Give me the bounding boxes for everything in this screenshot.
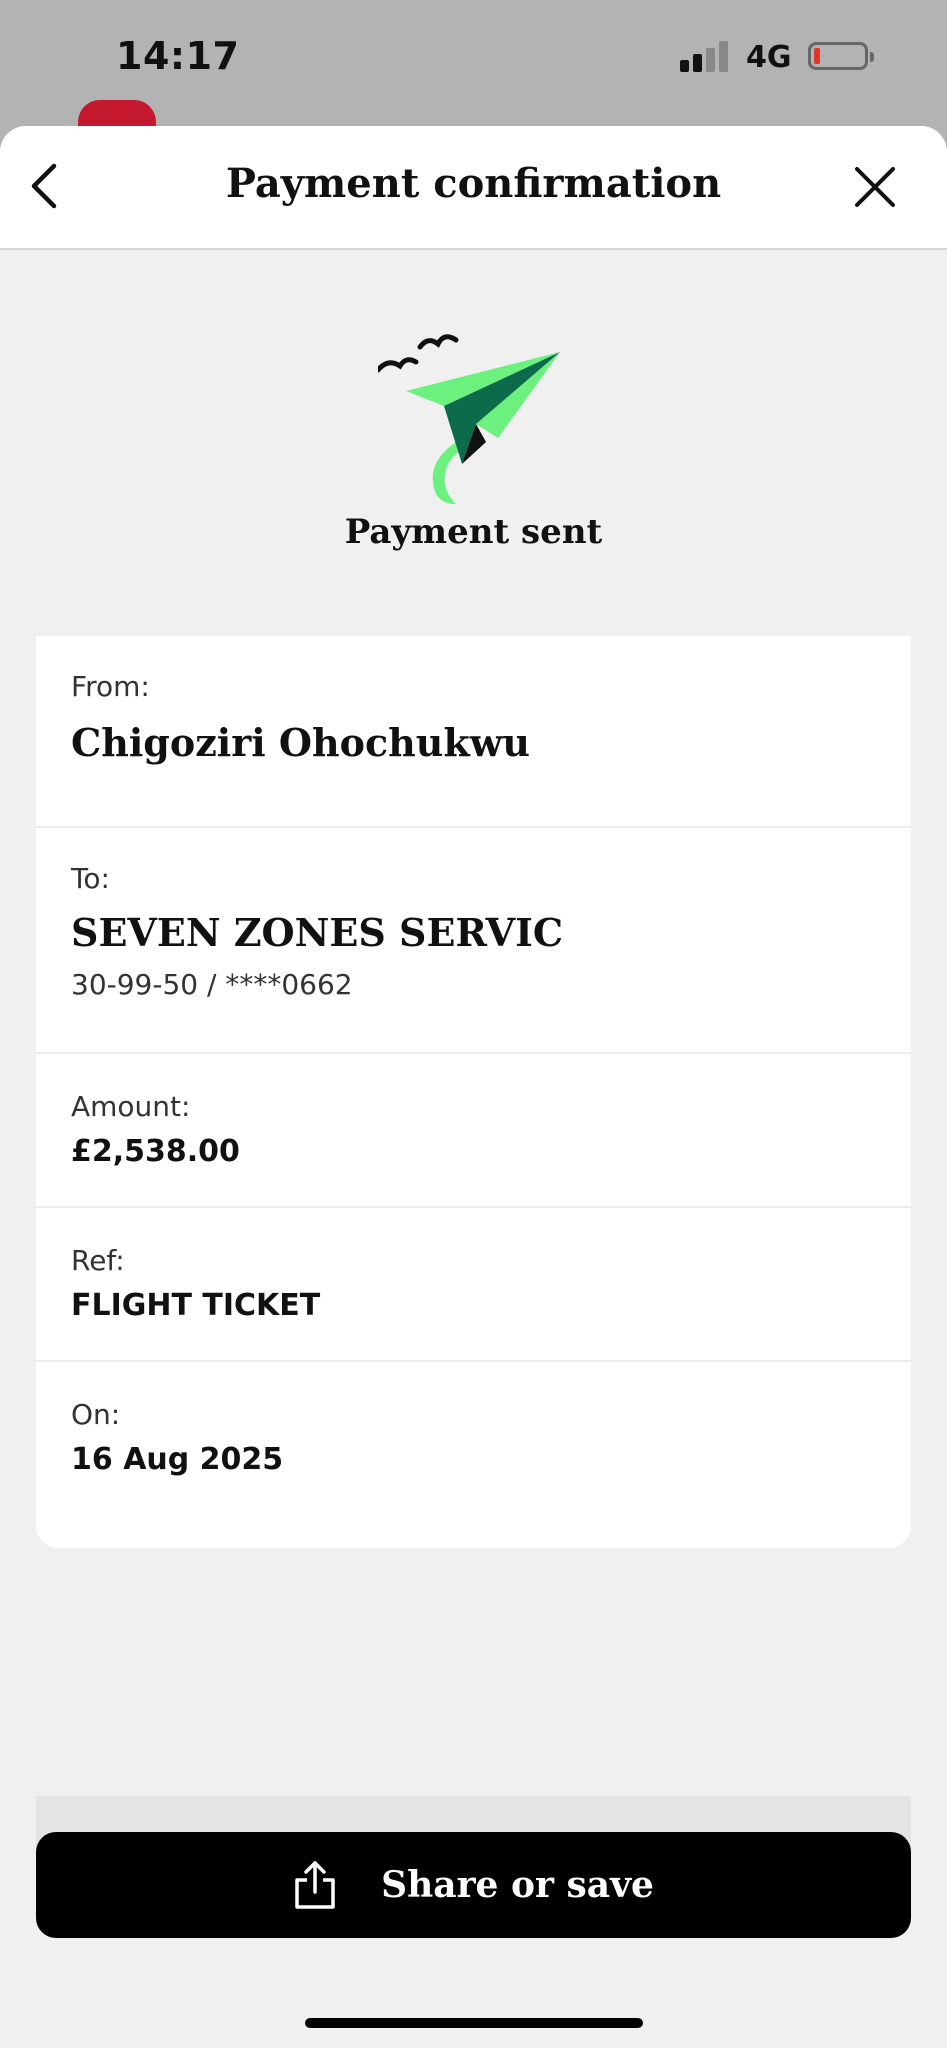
- from-label: From:: [71, 670, 150, 703]
- amount-row: Amount: £2,538.00: [36, 1054, 911, 1208]
- close-icon: [855, 167, 895, 207]
- share-or-save-button[interactable]: Share or save: [36, 1832, 911, 1938]
- share-icon: [295, 1861, 335, 1909]
- battery-level: [814, 48, 820, 64]
- payment-confirmation-screen: 14:17 4G Payment confirmation Payment se…: [0, 0, 947, 2048]
- date-value: 16 Aug 2025: [71, 1442, 284, 1477]
- to-label: To:: [71, 862, 110, 895]
- paper-plane-icon: [378, 334, 560, 504]
- to-account: 30-99-50 / ****0662: [71, 968, 353, 1001]
- date-label: On:: [71, 1398, 121, 1431]
- to-row: To: SEVEN ZONES SERVIC 30-99-50 / ****06…: [36, 828, 911, 1054]
- signal-icon: [680, 40, 732, 72]
- confirmation-sheet: Payment confirmation Payment sent From: …: [0, 126, 947, 2048]
- to-value: SEVEN ZONES SERVIC: [71, 910, 564, 955]
- payment-details-card: From: Chigoziri Ohochukwu To: SEVEN ZONE…: [36, 636, 911, 1548]
- sheet-header: Payment confirmation: [0, 126, 947, 250]
- amount-value: £2,538.00: [71, 1134, 240, 1169]
- reference-row: Ref: FLIGHT TICKET: [36, 1208, 911, 1362]
- status-time: 14:17: [116, 34, 240, 78]
- battery-icon: [808, 42, 874, 70]
- network-type: 4G: [746, 40, 792, 75]
- from-value: Chigoziri Ohochukwu: [71, 720, 531, 765]
- date-row: On: 16 Aug 2025: [36, 1362, 911, 1548]
- back-button[interactable]: [18, 160, 70, 212]
- from-row: From: Chigoziri Ohochukwu: [36, 636, 911, 828]
- reference-value: FLIGHT TICKET: [71, 1288, 321, 1323]
- page-title: Payment confirmation: [225, 160, 722, 207]
- share-or-save-label: Share or save: [381, 1864, 654, 1906]
- reference-label: Ref:: [71, 1244, 125, 1277]
- close-button[interactable]: [850, 162, 900, 212]
- payment-status: Payment sent: [344, 512, 603, 552]
- amount-label: Amount:: [71, 1090, 191, 1123]
- home-indicator[interactable]: [305, 2018, 643, 2028]
- chevron-left-icon: [31, 163, 57, 209]
